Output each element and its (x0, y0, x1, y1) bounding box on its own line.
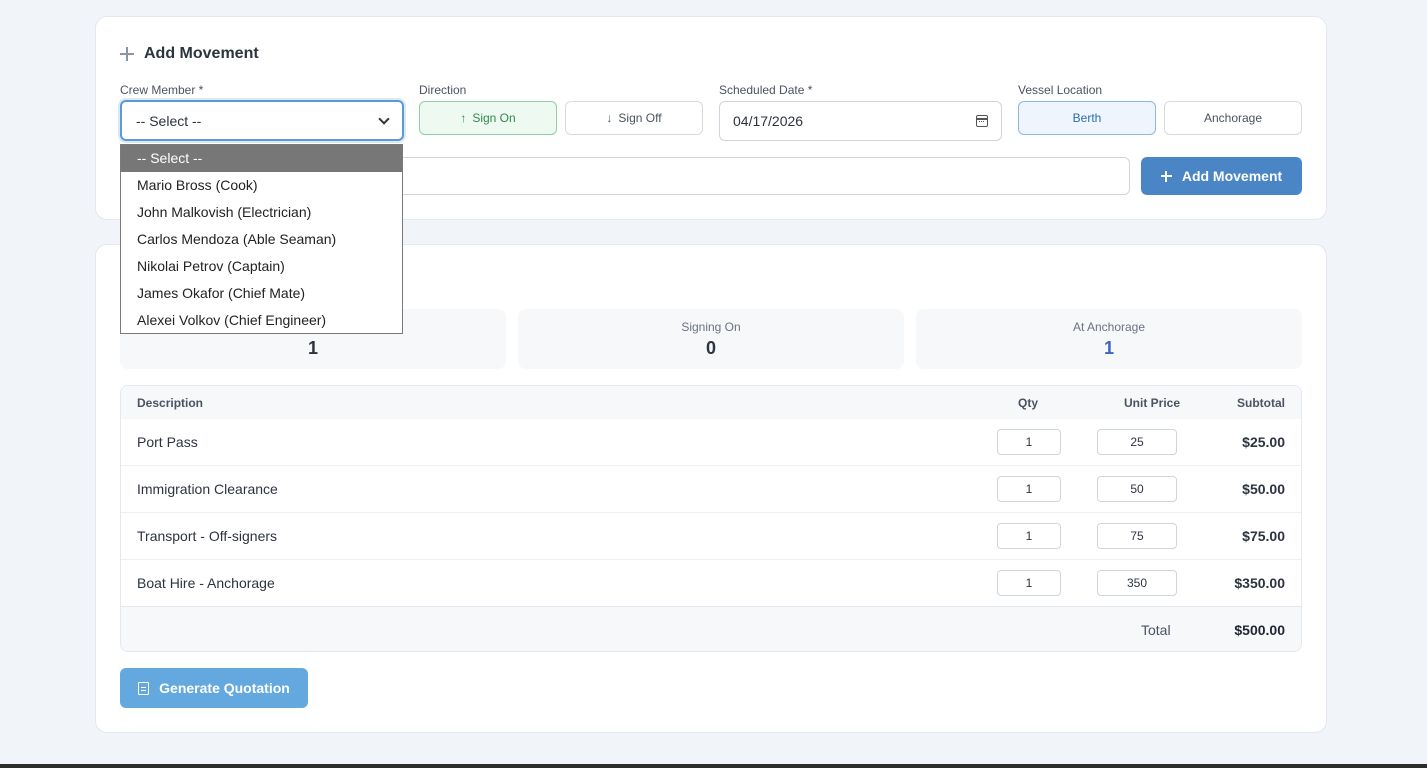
row-subtotal: $350.00 (1234, 575, 1285, 591)
stat-value: 1 (1103, 338, 1114, 358)
add-movement-title: Add Movement (120, 45, 259, 63)
qty-input[interactable]: 1 (997, 429, 1061, 455)
quotation-table: Description Qty Unit Price Subtotal Port… (120, 385, 1302, 652)
bottom-edge (0, 764, 1427, 768)
dropdown-option[interactable]: Nikolai Petrov (Captain) (121, 253, 402, 280)
page: Add Movement Crew Member * -- Select -- … (0, 0, 1427, 768)
stat-card-at-anchorage: At Anchorage 1 (916, 309, 1302, 369)
row-description: Transport - Off-signers (137, 528, 278, 544)
table-header: Description Qty Unit Price Subtotal (121, 386, 1301, 419)
table-row: Boat Hire - Anchorage 1 350 $350.00 (121, 560, 1301, 607)
table-footer: Total $500.00 (121, 606, 1301, 651)
column-subtotal: Subtotal (1237, 396, 1285, 410)
berth-button[interactable]: Berth (1018, 101, 1156, 135)
plus-icon (1160, 170, 1172, 182)
stat-card-signing-on: Signing On 0 (518, 309, 904, 369)
generate-quotation-button[interactable]: Generate Quotation (120, 668, 308, 708)
vessel-location-label: Vessel Location (1018, 83, 1103, 97)
stat-value: 1 (307, 338, 318, 358)
dropdown-option[interactable]: Mario Bross (Cook) (121, 172, 402, 199)
arrow-down-icon: ↓ (606, 111, 613, 125)
add-movement-title-text: Add Movement (144, 45, 259, 62)
sign-off-button[interactable]: ↓ Sign Off (565, 101, 703, 135)
direction-label: Direction (419, 83, 467, 97)
scheduled-date-label: Scheduled Date * (719, 83, 813, 97)
plus-icon (120, 47, 134, 61)
table-row: Immigration Clearance 1 50 $50.00 (121, 466, 1301, 513)
add-movement-button-label: Add Movement (1181, 168, 1283, 184)
sign-off-label: Sign Off (618, 111, 662, 125)
add-movement-button[interactable]: Add Movement (1141, 157, 1302, 195)
crew-member-select[interactable]: -- Select -- (120, 100, 404, 141)
column-unit-price: Unit Price (1124, 396, 1181, 410)
column-qty: Qty (1018, 396, 1039, 410)
unit-price-input[interactable]: 50 (1097, 476, 1177, 502)
total-value: $500.00 (1234, 622, 1285, 638)
column-description: Description (137, 396, 204, 410)
dropdown-option[interactable]: James Okafor (Chief Mate) (121, 280, 402, 307)
crew-member-label: Crew Member * (120, 83, 204, 97)
unit-price-input[interactable]: 75 (1097, 523, 1177, 549)
sign-on-label: Sign On (472, 111, 516, 125)
qty-input[interactable]: 1 (997, 476, 1061, 502)
qty-input[interactable]: 1 (997, 570, 1061, 596)
scheduled-date-input[interactable]: 04/17/2026 (719, 101, 1002, 141)
anchorage-button[interactable]: Anchorage (1164, 101, 1302, 135)
stat-value: 0 (705, 338, 716, 358)
dropdown-option[interactable]: John Malkovish (Electrician) (121, 199, 402, 226)
row-description: Port Pass (137, 434, 198, 450)
table-row: Port Pass 1 25 $25.00 (121, 419, 1301, 466)
dropdown-option[interactable]: Alexei Volkov (Chief Engineer) (121, 307, 402, 334)
total-label: Total (1141, 622, 1171, 638)
table-row: Transport - Off-signers 1 75 $75.00 (121, 513, 1301, 560)
row-description: Boat Hire - Anchorage (137, 575, 275, 591)
dropdown-option[interactable]: Carlos Mendoza (Able Seaman) (121, 226, 402, 253)
row-subtotal: $50.00 (1242, 481, 1285, 497)
row-description: Immigration Clearance (137, 481, 278, 497)
unit-price-input[interactable]: 25 (1097, 429, 1177, 455)
crew-member-selected: -- Select -- (136, 112, 202, 129)
calendar-icon[interactable] (976, 115, 988, 127)
sign-on-button[interactable]: ↑ Sign On (419, 101, 557, 135)
stat-label: At Anchorage (1072, 320, 1146, 334)
crew-member-dropdown: -- Select -- Mario Bross (Cook) John Mal… (120, 144, 403, 334)
scheduled-date-value: 04/17/2026 (733, 113, 804, 129)
unit-price-input[interactable]: 350 (1097, 570, 1177, 596)
document-icon (138, 681, 150, 695)
stat-label: Signing On (681, 320, 741, 334)
chevron-down-icon (378, 112, 390, 125)
arrow-up-icon: ↑ (460, 111, 467, 125)
generate-quotation-label: Generate Quotation (159, 680, 290, 696)
row-subtotal: $75.00 (1242, 528, 1285, 544)
row-subtotal: $25.00 (1242, 434, 1285, 450)
dropdown-option[interactable]: -- Select -- (121, 145, 402, 172)
qty-input[interactable]: 1 (997, 523, 1061, 549)
